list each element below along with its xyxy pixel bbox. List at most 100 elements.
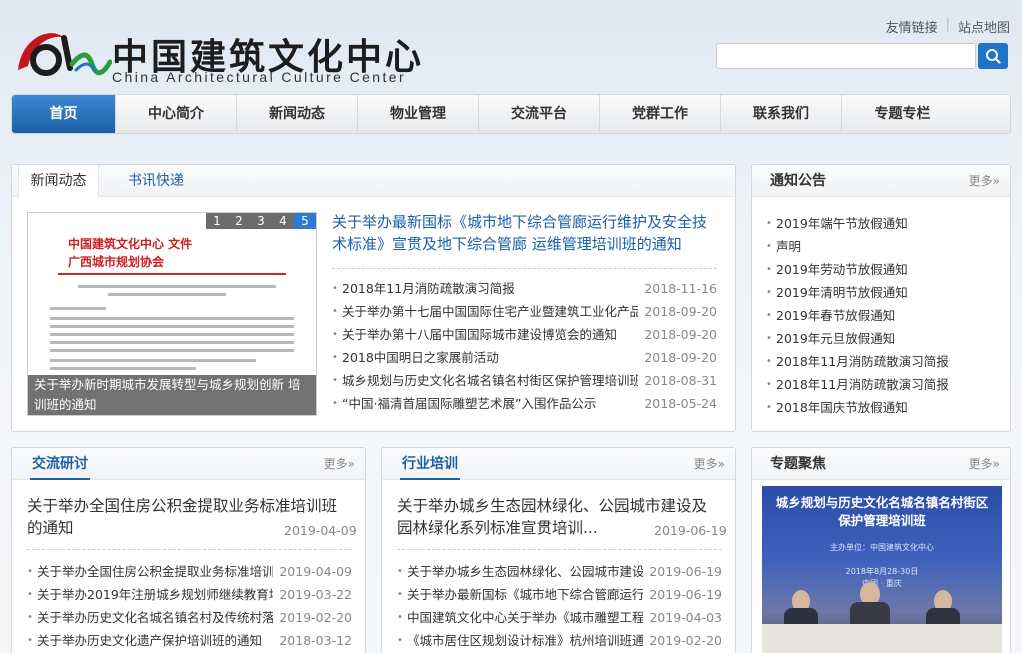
bullet: • — [397, 589, 403, 600]
list-item[interactable]: • 关于举办历史文化遗产保护培训班的通知 2018-03-12 — [27, 629, 352, 652]
list-item[interactable]: • 2019年劳动节放假通知 — [766, 258, 1002, 281]
bullet: • — [332, 329, 338, 340]
list-item[interactable]: • 2018年11月消防疏散演习简报 — [766, 350, 1002, 373]
bullet: • — [27, 566, 33, 577]
divider: | — [945, 17, 950, 32]
list-item[interactable]: • 声明 — [766, 235, 1002, 258]
divider — [332, 268, 717, 269]
list-item[interactable]: • 《城市居住区规划设计标准》杭州培训班通知 2019-02-20 — [397, 629, 722, 652]
bullet: • — [332, 306, 338, 317]
doc-text-line — [50, 307, 106, 310]
news-headline[interactable]: 关于举办最新国标《城市地下综合管廊运行维护及安全技术标准》宣贯及地下综合管廊 运… — [332, 211, 717, 263]
sitemap-link[interactable]: 站点地图 — [958, 17, 1010, 36]
doc-text-line — [50, 341, 294, 344]
bullet: • — [766, 241, 772, 252]
doc-text-line — [50, 367, 196, 370]
list-item[interactable]: • 2018中国明日之家展前活动 2018-09-20 — [332, 346, 717, 369]
search-button[interactable] — [978, 43, 1008, 69]
list-item-title: 关于举办全国住房公积金提取业务标准培训班 — [37, 564, 274, 579]
pager-5[interactable]: 5 — [294, 213, 316, 229]
news-slideshow[interactable]: 中国建筑文化中心 文件 广西城市规划协会 1 2 3 4 5 关于举办新时期城市… — [27, 212, 317, 416]
tab-news[interactable]: 新闻动态 — [18, 165, 99, 198]
nav-news[interactable]: 新闻动态 — [237, 95, 358, 133]
nav-property[interactable]: 物业管理 — [358, 95, 479, 133]
nav-about[interactable]: 中心简介 — [116, 95, 237, 133]
list-item[interactable]: • 城乡规划与历史文化名城名镇名村街区保护管理培训班 2018-08-31 — [332, 369, 717, 392]
top-links: 友情链接 | 站点地图 — [886, 17, 1010, 36]
bullet: • — [332, 352, 338, 363]
list-item-date: 2019-02-20 — [279, 610, 352, 625]
search-input[interactable] — [716, 43, 976, 69]
doc-text-line — [50, 349, 294, 352]
bullet: • — [766, 379, 772, 390]
news-list: • 2018年11月消防疏散演习简报 2018-11-16 • 关于举办第十七届中国国… — [332, 277, 717, 415]
topic-panel-header: 专题聚焦 更多» — [752, 448, 1010, 480]
pager-4[interactable]: 4 — [272, 213, 294, 229]
slideshow-caption[interactable]: 关于举办新时期城市发展转型与城乡规划创新 培训班的通知 — [28, 375, 316, 415]
list-item-date: 2018-08-31 — [644, 373, 717, 388]
exchange-feature-date: 2019-04-09 — [284, 523, 357, 538]
exchange-title[interactable]: 交流研讨 — [30, 448, 90, 480]
list-item[interactable]: • 2019年清明节放假通知 — [766, 281, 1002, 304]
nav-exchange[interactable]: 交流平台 — [479, 95, 600, 133]
nav-home[interactable]: 首页 — [12, 95, 116, 133]
divider — [27, 549, 352, 550]
training-more-link[interactable]: 更多» — [694, 448, 725, 480]
list-item-date: 2019-06-19 — [649, 564, 722, 579]
list-item-title: 2018年11月消防疏散演习简报 — [776, 377, 949, 392]
pager-2[interactable]: 2 — [228, 213, 250, 229]
list-item[interactable]: • 关于举办第十八届中国国际城市建设博览会的通知 2018-09-20 — [332, 323, 717, 346]
nav-special[interactable]: 专题专栏 — [842, 95, 963, 133]
bullet: • — [766, 356, 772, 367]
list-item[interactable]: • 关于举办第十七届中国国际住宅产业暨建筑工业化产品 2018-09-20 — [332, 300, 717, 323]
bullet: • — [397, 566, 403, 577]
list-item-title: 2019年劳动节放假通知 — [776, 262, 908, 277]
list-item[interactable]: • 2018年国庆节放假通知 — [766, 396, 1002, 419]
list-item[interactable]: • “中国·福清首届国际雕塑艺术展”入围作品公示 2018-05-24 — [332, 392, 717, 415]
list-item[interactable]: • 2019年春节放假通知 — [766, 304, 1002, 327]
list-item-title: 声明 — [776, 239, 802, 254]
exchange-more-link[interactable]: 更多» — [324, 448, 355, 480]
bullet: • — [27, 612, 33, 623]
list-item[interactable]: • 2018年11月消防疏散演习简报 2018-11-16 — [332, 277, 717, 300]
list-item[interactable]: • 关于举办历史文化名城名镇名村及传统村落 2019-02-20 — [27, 606, 352, 629]
pager-3[interactable]: 3 — [250, 213, 272, 229]
topic-title: 专题聚焦 — [770, 456, 826, 472]
bullet: • — [397, 612, 403, 623]
list-item[interactable]: • 中国建筑文化中心关于举办《城市雕塑工程技 2019-04-03 — [397, 606, 722, 629]
nav-contact[interactable]: 联系我们 — [721, 95, 842, 133]
tab-books-label: 书讯快递 — [128, 173, 184, 189]
exchange-list: • 关于举办全国住房公积金提取业务标准培训班 2019-04-09 • 关于举办201… — [27, 560, 352, 652]
bullet: • — [332, 398, 338, 409]
bullet: • — [766, 264, 772, 275]
topic-banner-image[interactable]: 城乡规划与历史文化名城名镇名村街区保护管理培训班 主办单位：中国建筑文化中心 2… — [762, 486, 1002, 653]
friend-links-link[interactable]: 友情链接 — [886, 17, 938, 36]
nav-party[interactable]: 党群工作 — [600, 95, 721, 133]
list-item[interactable]: • 2018年11月消防疏散演习简报 — [766, 373, 1002, 396]
training-title[interactable]: 行业培训 — [400, 448, 460, 480]
topic-banner-date: 2018年8月28-30日 — [845, 567, 919, 576]
list-item[interactable]: • 2019年端午节放假通知 — [766, 212, 1002, 235]
site-logo[interactable]: 中国建筑文化中心 China Architectural Culture Cen… — [12, 18, 432, 88]
exchange-panel: 交流研讨 更多» 关于举办全国住房公积金提取业务标准培训班的通知 2019-04… — [11, 447, 366, 653]
notice-more-link[interactable]: 更多» — [969, 165, 1000, 197]
slideshow-pager: 1 2 3 4 5 — [206, 213, 316, 229]
tab-books[interactable]: 书讯快递 — [128, 165, 184, 197]
list-item-title: 2019年元旦放假通知 — [776, 331, 896, 346]
topic-more-link[interactable]: 更多» — [969, 448, 1000, 480]
conference-table — [762, 624, 1002, 653]
list-item[interactable]: • 关于举办城乡生态园林绿化、公园城市建设及 2019-06-19 — [397, 560, 722, 583]
list-item[interactable]: • 关于举办2019年注册城乡规划师继续教育培训 2019-03-22 — [27, 583, 352, 606]
pager-1[interactable]: 1 — [206, 213, 228, 229]
doc-text-line — [108, 293, 226, 296]
list-item[interactable]: • 2019年元旦放假通知 — [766, 327, 1002, 350]
list-item-date: 2018-05-24 — [644, 396, 717, 411]
list-item-title: 关于举办最新国标《城市地下综合管廊运行维 — [407, 587, 644, 602]
list-item-title: 2018年11月消防疏散演习简报 — [342, 281, 515, 296]
bullet: • — [332, 283, 338, 294]
notice-panel-header: 通知公告 更多» — [752, 165, 1010, 197]
list-item[interactable]: • 关于举办全国住房公积金提取业务标准培训班 2019-04-09 — [27, 560, 352, 583]
list-item[interactable]: • 关于举办最新国标《城市地下综合管廊运行维 2019-06-19 — [397, 583, 722, 606]
list-item-date: 2019-04-09 — [279, 564, 352, 579]
training-list: • 关于举办城乡生态园林绿化、公园城市建设及 2019-06-19 • 关于举办最新国… — [397, 560, 722, 652]
